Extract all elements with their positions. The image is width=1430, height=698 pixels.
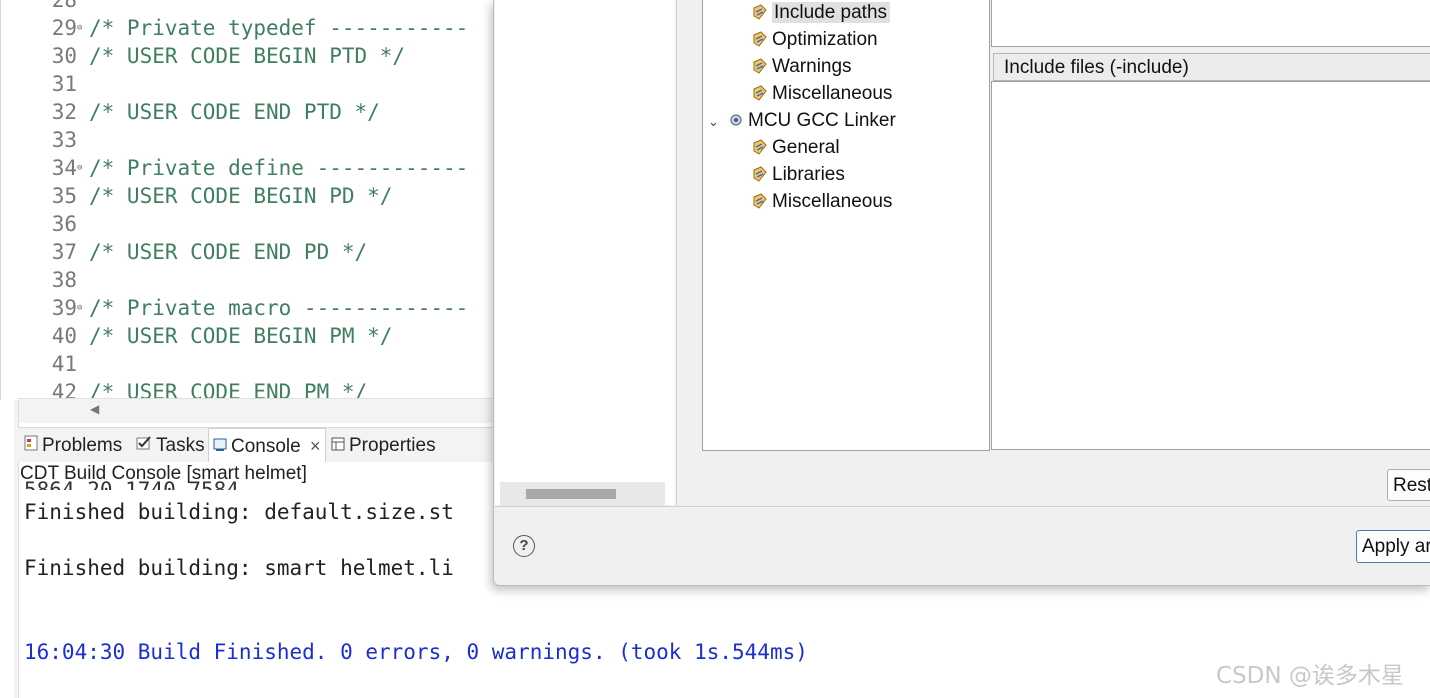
tree-item-label: MCU GCC Linker (748, 110, 896, 131)
tab-console[interactable]: Console × (213, 432, 321, 460)
tree-item[interactable]: Libraries (752, 162, 845, 188)
code-line[interactable]: 38 (1, 266, 496, 294)
scroll-left-arrow-icon[interactable]: ◀ (90, 402, 99, 416)
console-line: Finished building: default.size.st (24, 500, 454, 524)
tab-problems-label: Problems (42, 435, 123, 457)
problems-icon (24, 432, 38, 460)
console-line: 16:04:30 Build Finished. 0 errors, 0 war… (24, 640, 808, 664)
code-text: /* Private typedef ----------- (89, 16, 469, 40)
code-text: /* USER CODE END PD */ (89, 240, 368, 264)
line-number: 41 (51, 352, 77, 376)
tab-console-label: Console (231, 436, 301, 457)
line-number: 38 (51, 268, 77, 292)
code-line[interactable]: 37 /* USER CODE END PD */ (1, 238, 496, 266)
settings-page-icon (752, 56, 768, 74)
tab-problems[interactable]: Problems (24, 432, 122, 460)
tool-icon (728, 110, 744, 126)
settings-page-icon (752, 191, 768, 209)
code-text: /* USER CODE BEGIN PD */ (89, 184, 393, 208)
line-number: 34 (51, 156, 77, 180)
line-number: 42 (51, 380, 77, 400)
chevron-down-icon[interactable]: ⌄ (708, 109, 728, 135)
code-line[interactable]: 32 /* USER CODE END PTD */ (1, 98, 496, 126)
code-text: /* USER CODE END PM */ (89, 380, 368, 400)
code-line[interactable]: 29 ⊖/* Private typedef ----------- (1, 14, 496, 42)
tree-item-label: Libraries (772, 164, 845, 185)
line-number: 32 (51, 100, 77, 124)
tree-item[interactable]: Miscellaneous (752, 189, 892, 215)
restore-defaults-button[interactable]: Rest (1387, 469, 1430, 501)
code-line[interactable]: 36 (1, 210, 496, 238)
dialog-footer-separator (495, 506, 1430, 507)
code-line[interactable]: 39 ⊖/* Private macro ------------- (1, 294, 496, 322)
tree-item-label: Warnings (772, 56, 852, 77)
line-number: 35 (51, 184, 77, 208)
code-text: /* USER CODE END PTD */ (89, 100, 380, 124)
settings-page-icon (752, 2, 768, 20)
line-number: 28 (51, 0, 77, 12)
close-icon[interactable]: × (310, 436, 321, 456)
tree-item-label: Miscellaneous (772, 83, 893, 104)
include-files-header: Include files (-include) (993, 53, 1430, 81)
watermark: CSDN @诶多木星 (1216, 663, 1404, 689)
tree-item-label: Include paths (772, 2, 891, 23)
fold-toggle-icon[interactable]: ⊖ (77, 294, 87, 322)
nav-scrollbar-thumb[interactable] (526, 489, 616, 499)
line-number: 30 (51, 44, 77, 68)
apply-and-close-button[interactable]: Apply ar (1356, 530, 1430, 563)
include-files-list[interactable] (991, 81, 1430, 450)
code-line[interactable]: 40 /* USER CODE BEGIN PM */ (1, 322, 496, 350)
tasks-icon (136, 432, 152, 460)
console-icon (213, 433, 227, 461)
fold-toggle-icon[interactable]: ⊖ (77, 14, 87, 42)
tree-item[interactable]: Miscellaneous (752, 81, 892, 107)
code-line[interactable]: 41 (1, 350, 496, 378)
dialog-category-nav[interactable] (495, 0, 675, 505)
code-line[interactable]: 33 (1, 126, 496, 154)
line-number: 36 (51, 212, 77, 236)
code-line[interactable]: 28 (1, 0, 496, 14)
tab-tasks[interactable]: Tasks (136, 432, 205, 460)
line-number: 40 (51, 324, 77, 348)
settings-page-icon (752, 83, 768, 101)
tree-item[interactable]: General (752, 135, 840, 161)
console-partial-line: 5864 20 1740 7584 (24, 478, 239, 490)
code-text: /* Private macro ------------- (89, 296, 469, 320)
code-line[interactable]: 31 (1, 70, 496, 98)
tree-item-label: General (772, 137, 840, 158)
settings-page-icon (752, 164, 768, 182)
tree-item[interactable]: Optimization (752, 27, 878, 53)
line-number: 31 (51, 72, 77, 96)
code-line[interactable]: 35 /* USER CODE BEGIN PD */ (1, 182, 496, 210)
tab-properties-label: Properties (349, 435, 436, 457)
include-paths-list[interactable] (991, 0, 1430, 47)
fold-toggle-icon[interactable]: ⊖ (77, 154, 87, 182)
code-text: /* Private define ------------ (89, 156, 469, 180)
code-line[interactable]: 34 ⊖/* Private define ------------ (1, 154, 496, 182)
tree-item[interactable]: Warnings (752, 54, 852, 80)
console-line: Finished building: smart helmet.li (24, 556, 454, 580)
code-editor[interactable]: 28 29 ⊖/* Private typedef ----------- 30/* … (0, 0, 496, 400)
tree-item[interactable]: Include paths (752, 0, 891, 26)
settings-page-icon (752, 29, 768, 47)
help-icon[interactable]: ? (513, 535, 535, 557)
code-text: /* USER CODE BEGIN PM */ (89, 324, 393, 348)
code-text: /* USER CODE BEGIN PTD */ (89, 44, 406, 68)
tree-item-label: Miscellaneous (772, 191, 893, 212)
settings-page-icon (752, 137, 768, 155)
nav-separator (676, 0, 677, 506)
line-number: 37 (51, 240, 77, 264)
tree-item[interactable]: ⌄ MCU GCC Linker (708, 108, 896, 134)
tab-properties[interactable]: Properties (331, 432, 436, 460)
tree-item-label: Optimization (772, 29, 878, 50)
code-line[interactable]: 30 /* USER CODE BEGIN PTD */ (1, 42, 496, 70)
properties-icon (331, 432, 345, 460)
line-number: 29 (51, 16, 77, 40)
code-line[interactable]: 42 /* USER CODE END PM */ (1, 378, 496, 400)
line-number: 39 (51, 296, 77, 320)
tab-tasks-label: Tasks (156, 435, 205, 457)
line-number: 33 (51, 128, 77, 152)
